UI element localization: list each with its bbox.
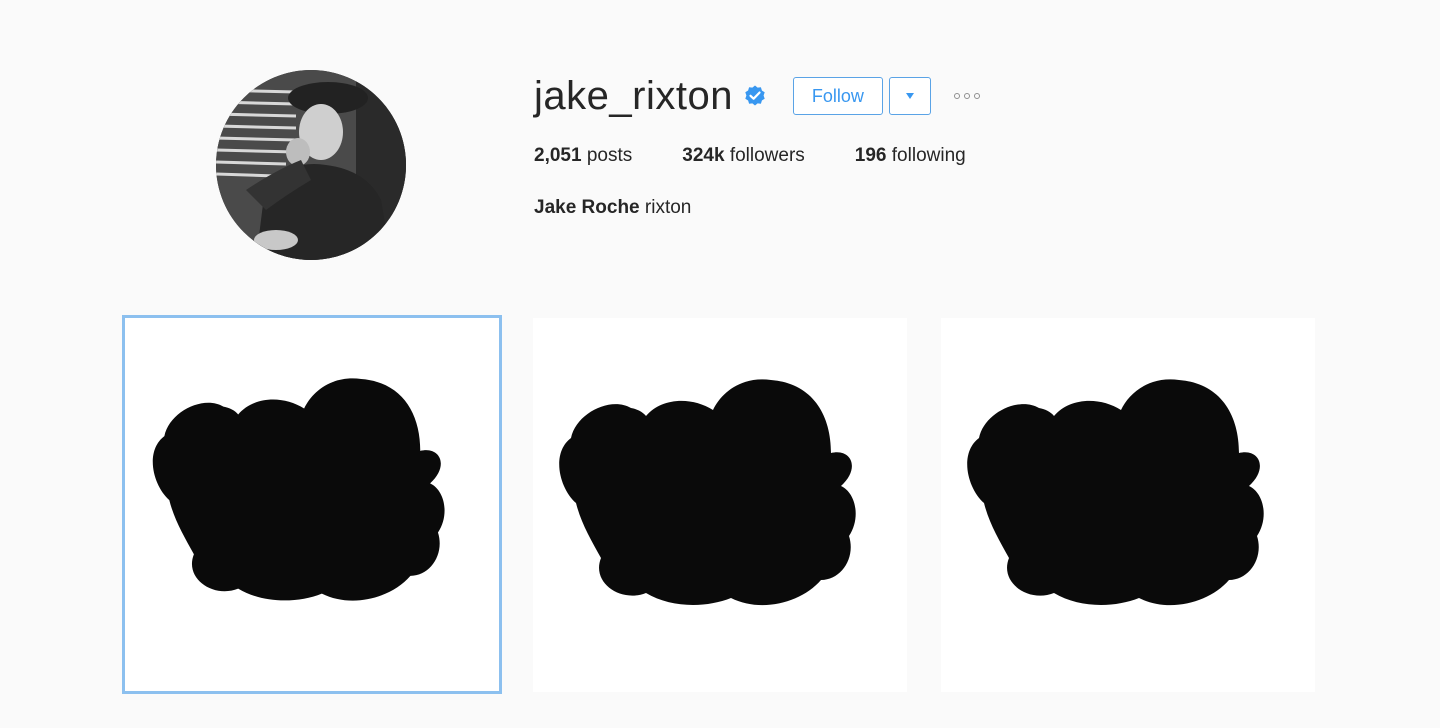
posts-count: 2,051: [534, 145, 582, 166]
chevron-down-icon: [905, 93, 914, 99]
suggestions-dropdown-button[interactable]: [888, 77, 931, 115]
verified-badge-icon: [743, 84, 767, 108]
post-thumbnail-3[interactable]: [941, 318, 1315, 692]
posts-stat: 2,051 posts: [534, 143, 632, 169]
post-thumbnail-2[interactable]: [533, 318, 907, 692]
profile-stats: 2,051 posts 324k followers 196 following: [534, 143, 1016, 169]
avatar-photo: [216, 70, 406, 260]
bio-text: rixton: [644, 197, 692, 218]
posts-label: posts: [586, 145, 633, 166]
following-count: 196: [854, 145, 887, 166]
followers-label: followers: [729, 145, 805, 166]
followers-stat[interactable]: 324k followers: [682, 143, 805, 169]
username: jake_rixton: [534, 74, 733, 118]
more-options-icon: [952, 93, 982, 99]
full-name: Jake Roche: [534, 197, 640, 218]
black-cloud-image: [559, 379, 856, 606]
following-label: following: [891, 145, 966, 166]
follow-button[interactable]: Follow: [792, 77, 883, 115]
more-options-button[interactable]: [949, 77, 985, 115]
post-thumbnail-1[interactable]: [122, 315, 502, 694]
followers-count: 324k: [682, 145, 725, 166]
profile-header-row: jake_rixton Follow: [534, 70, 985, 122]
profile-bio: Jake Roche rixton: [534, 195, 691, 221]
black-cloud-image: [967, 379, 1264, 606]
black-cloud-image: [152, 378, 445, 601]
profile-avatar[interactable]: [216, 70, 406, 260]
following-stat[interactable]: 196 following: [855, 143, 966, 169]
